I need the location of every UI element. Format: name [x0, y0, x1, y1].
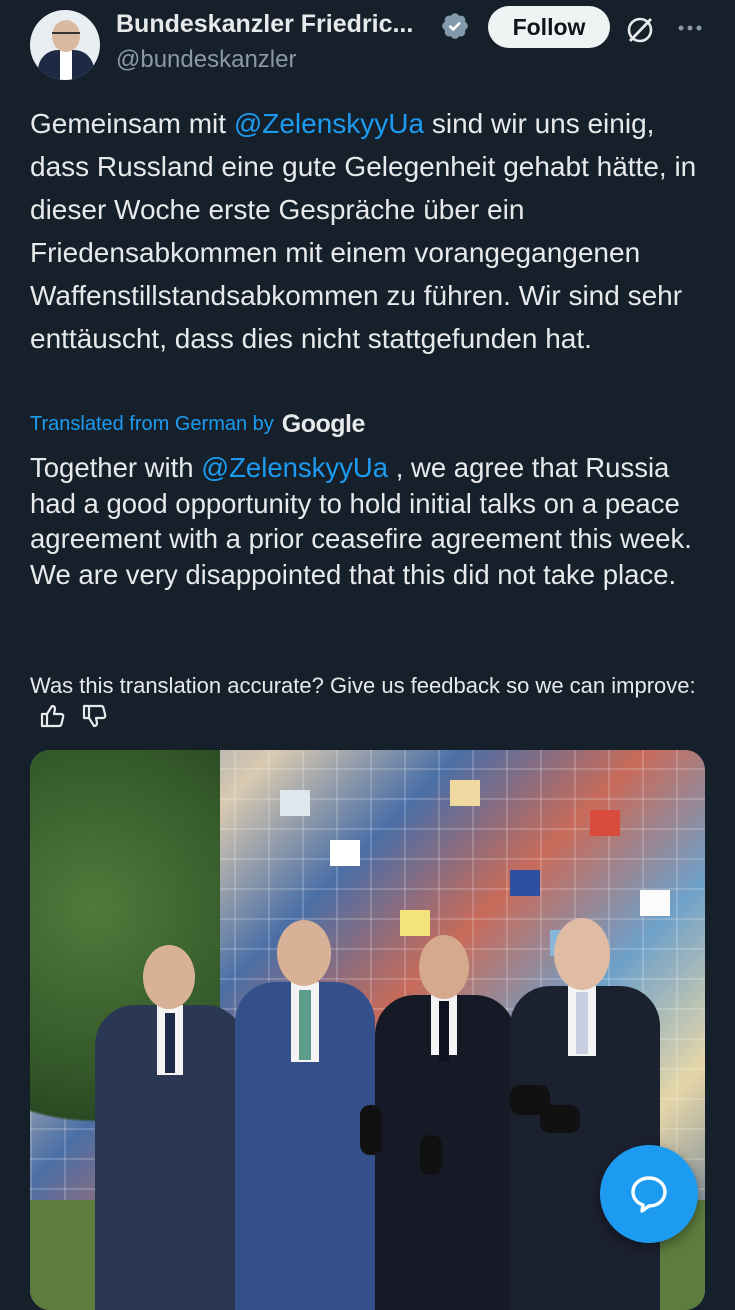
- post-photo[interactable]: [30, 750, 705, 1310]
- microphone: [540, 1105, 580, 1133]
- more-options-icon[interactable]: [676, 14, 704, 42]
- post-text: Gemeinsam mit @ZelenskyyUa sind wir uns …: [30, 102, 710, 360]
- translation-mention-link[interactable]: @ZelenskyyUa: [201, 452, 388, 483]
- person-3: [375, 935, 515, 1310]
- author-name[interactable]: Bundeskanzler Friedric...: [116, 10, 413, 39]
- thumbs-up-icon[interactable]: [38, 702, 66, 730]
- verified-badge-icon: [442, 13, 468, 39]
- post-header: Bundeskanzler Friedric... @bundeskanzler…: [0, 0, 735, 90]
- person-1: [95, 945, 245, 1310]
- author-avatar[interactable]: [30, 10, 100, 80]
- translated-from-text: Translated from German by: [30, 413, 274, 435]
- reply-fab-button[interactable]: [600, 1145, 698, 1243]
- thumbs-down-icon[interactable]: [80, 702, 108, 730]
- translated-by-label[interactable]: Translated from German by Google: [30, 410, 365, 439]
- post-text-part1: Gemeinsam mit: [30, 108, 234, 139]
- feedback-text: Was this translation accurate? Give us f…: [30, 673, 696, 698]
- microphone: [420, 1135, 442, 1175]
- translation-part1: Together with: [30, 452, 202, 483]
- reply-chat-icon: [631, 1176, 667, 1213]
- follow-button[interactable]: Follow: [488, 6, 610, 48]
- translated-text: Together with @ZelenskyyUa , we agree th…: [30, 450, 720, 592]
- person-2: [235, 920, 375, 1310]
- grok-icon[interactable]: [624, 14, 656, 46]
- translation-feedback: Was this translation accurate? Give us f…: [30, 670, 710, 732]
- mention-link[interactable]: @ZelenskyyUa: [234, 108, 424, 139]
- microphone: [360, 1105, 382, 1155]
- google-logo: Google: [281, 410, 366, 438]
- post-text-part2: sind wir uns einig, dass Russland eine g…: [30, 108, 697, 354]
- author-handle[interactable]: @bundeskanzler: [116, 46, 296, 74]
